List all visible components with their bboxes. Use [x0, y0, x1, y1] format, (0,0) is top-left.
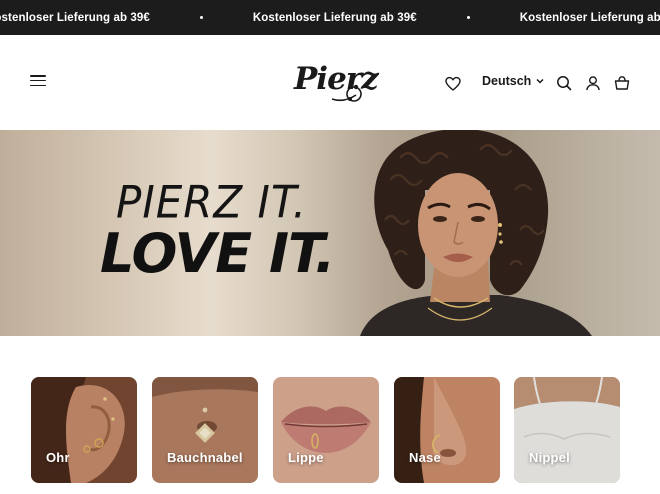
lip-image — [273, 377, 379, 483]
category-card-lippe[interactable]: Lippe — [273, 377, 379, 483]
announcement-message: Kostenloser Lieferung ab 39€ — [0, 11, 150, 24]
logo-ring-icon — [331, 84, 362, 102]
language-label: Deutsch — [482, 74, 532, 88]
hero-model-image — [360, 130, 592, 336]
announcement-message: Kostenloser Lieferung ab 39€ — [252, 11, 417, 24]
hero-title-line1: PIERZ IT. — [116, 176, 307, 229]
category-label: Nase — [409, 450, 441, 465]
announcement-track: Kostenloser Lieferung ab 39€ Kostenloser… — [0, 0, 660, 35]
site-header: Pierz Deutsch — [0, 35, 660, 130]
hero-banner[interactable]: PIERZ IT. LOVE IT. — [0, 130, 660, 336]
separator-dot — [199, 16, 203, 19]
site-logo[interactable]: Pierz — [292, 61, 379, 105]
user-icon[interactable] — [585, 75, 601, 91]
category-label: Bauchnabel — [167, 450, 243, 465]
category-label: Lippe — [288, 450, 324, 465]
ear-image — [31, 377, 137, 483]
cart-icon[interactable] — [614, 75, 630, 91]
announcement-bar: Kostenloser Lieferung ab 39€ Kostenloser… — [0, 0, 660, 35]
chevron-down-icon — [536, 78, 544, 84]
category-label: Nippel — [529, 450, 570, 465]
heart-icon[interactable] — [445, 76, 461, 92]
category-card-ohr[interactable]: Ohr — [31, 377, 137, 483]
chest-image — [514, 377, 620, 483]
announcement-message: Kostenloser Lieferung ab 39€ — [519, 11, 660, 24]
category-card-bauchnabel[interactable]: Bauchnabel — [152, 377, 258, 483]
category-card-nase[interactable]: Nase — [394, 377, 500, 483]
search-icon[interactable] — [556, 75, 572, 91]
category-label: Ohr — [46, 450, 70, 465]
category-card-nippel[interactable]: Nippel — [514, 377, 620, 483]
hero-title-line2: LOVE IT. — [100, 222, 335, 285]
menu-icon[interactable] — [30, 75, 46, 89]
language-selector[interactable]: Deutsch — [482, 74, 544, 88]
nose-image — [394, 377, 500, 483]
navel-image — [152, 377, 258, 483]
category-section: Ohr Bauchnabel Lippe Nase Nippel — [0, 336, 660, 494]
separator-dot — [466, 16, 470, 19]
